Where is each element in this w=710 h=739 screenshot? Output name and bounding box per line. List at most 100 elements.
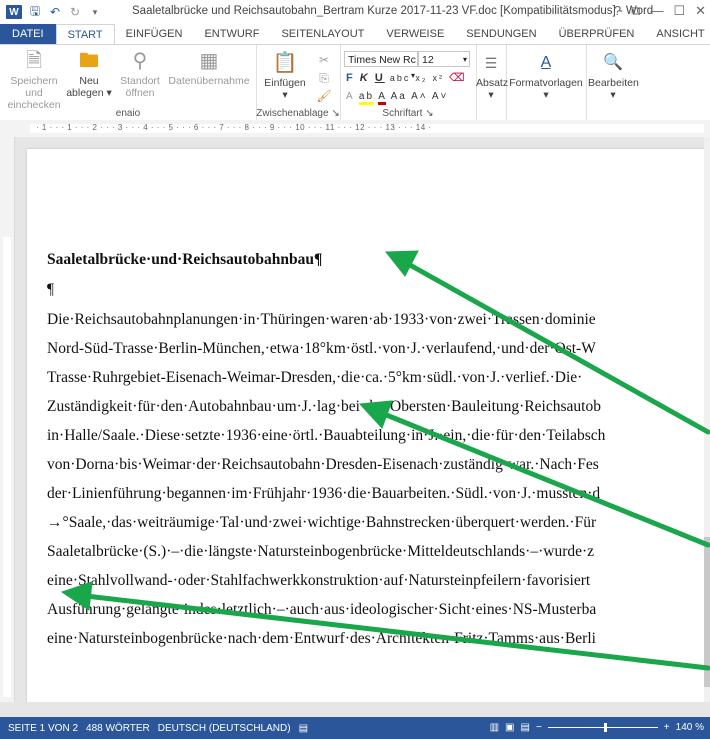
- customize-dropdown-icon[interactable]: ▾: [88, 7, 102, 18]
- text-line[interactable]: Ausführung·gelangte·indes·letztlich·–·au…: [47, 601, 704, 630]
- empty-paragraph[interactable]: ¶: [47, 281, 704, 311]
- window-title: Saaletalbrücke und Reichsautobahn_Bertra…: [132, 5, 654, 17]
- text-line[interactable]: Die·Reichsautobahnplanungen·in·Thüringen…: [47, 311, 704, 340]
- font-size-box[interactable]: 12 ▾: [418, 51, 470, 67]
- new-file-button[interactable]: 🖿 Neu ablegen ▾: [64, 49, 114, 99]
- save-checkin-button[interactable]: 🗎 Speichern und einchecken: [4, 49, 64, 111]
- tab-start[interactable]: START: [55, 24, 115, 45]
- horizontal-ruler[interactable]: · 1 · · · 1 · · · 2 · · · 3 · · · 4 · · …: [0, 120, 710, 138]
- editing-button[interactable]: 🔍 Bearbeiten ▾: [588, 51, 639, 101]
- zoom-level[interactable]: 140 %: [676, 722, 704, 733]
- macro-record-icon[interactable]: ▤: [291, 723, 308, 734]
- styles-button[interactable]: A̲ Formatvorlagen ▾: [508, 51, 584, 101]
- tab-datei[interactable]: DATEI: [0, 24, 56, 44]
- data-import-icon: ▦: [199, 50, 219, 72]
- font-color-icon[interactable]: A: [378, 91, 387, 105]
- text-line[interactable]: Trasse·Ruhrgebiet-Eisenach-Weimar-Dresde…: [47, 369, 704, 398]
- tab-ansicht[interactable]: ANSICHT: [645, 24, 710, 44]
- minimize-icon[interactable]: —: [650, 3, 663, 19]
- read-mode-icon[interactable]: ▥: [490, 722, 499, 733]
- shrink-font-icon[interactable]: A˅: [432, 91, 449, 102]
- location-pin-icon: ⚲: [132, 50, 148, 72]
- page-count[interactable]: SEITE 1 VON 2: [0, 723, 78, 734]
- zoom-in-button[interactable]: +: [664, 722, 670, 733]
- font-color-row: A ab A Aa A˄ A˅: [346, 91, 449, 105]
- copy-icon[interactable]: ⎘: [314, 69, 334, 87]
- status-bar: SEITE 1 VON 2 488 WÖRTER DEUTSCH (DEUTSC…: [0, 717, 710, 739]
- group-paragraph: ☰ Absatz ▾: [476, 45, 508, 121]
- tab-seitenlayout[interactable]: SEITENLAYOUT: [270, 24, 375, 44]
- document-heading[interactable]: Saaletalbrücke·und·Reichsautobahnbau¶: [47, 251, 704, 281]
- clear-format-icon[interactable]: ⌫: [449, 72, 467, 84]
- folder-icon: 🖿: [79, 50, 99, 72]
- quick-access-toolbar: W 🖫 ↶ ↻ ▾: [0, 2, 102, 23]
- save-icon[interactable]: 🖫: [28, 2, 42, 23]
- bold-button[interactable]: F: [346, 72, 355, 84]
- print-layout-icon[interactable]: ▣: [505, 722, 514, 733]
- tab-entwurf[interactable]: ENTWURF: [193, 24, 270, 44]
- text-line[interactable]: eine·Stahlvollwand-·oder·Stahlfachwerkko…: [47, 572, 704, 601]
- vertical-scrollbar[interactable]: [704, 137, 710, 702]
- redo-icon[interactable]: ↻: [68, 5, 82, 19]
- zoom-slider-knob[interactable]: [603, 723, 607, 732]
- text-effects-icon[interactable]: A: [346, 91, 354, 102]
- ribbon: 🗎 Speichern und einchecken 🖿 Neu ablegen…: [0, 44, 710, 122]
- text-line[interactable]: von·Dorna·bis·Weimar·der·Reichsautobahn·…: [47, 456, 704, 485]
- help-icon[interactable]: ?: [614, 3, 621, 19]
- highlight-icon[interactable]: ab: [358, 91, 375, 105]
- group-label-clipboard: Zwischenablage ↘: [256, 108, 340, 119]
- undo-icon[interactable]: ↶: [48, 5, 62, 19]
- strikethrough-button[interactable]: abc: [390, 73, 411, 83]
- zoom-control: ▥ ▣ ▤ − + 140 %: [490, 722, 704, 733]
- group-clipboard: 📋 Einfügen ▾ ✂ ⎘ 🖌 Zwischenablage ↘: [256, 45, 341, 121]
- styles-icon: A̲: [540, 54, 552, 71]
- paragraph-button[interactable]: ☰ Absatz ▾: [476, 51, 508, 101]
- change-case-icon[interactable]: Aa: [391, 91, 407, 102]
- text-line[interactable]: eine·Natursteinbogenbrücke·nach·dem·Entw…: [47, 630, 704, 659]
- subscript-button[interactable]: x₂: [415, 73, 427, 83]
- tab-einfuegen[interactable]: EINFÜGEN: [115, 24, 194, 44]
- superscript-button[interactable]: x²: [432, 73, 444, 83]
- text-line[interactable]: Zuständigkeit·für·den·Autobahnbau·um·J.·…: [47, 398, 704, 427]
- zoom-slider[interactable]: [547, 723, 658, 732]
- word-app-icon[interactable]: W: [6, 5, 22, 19]
- close-icon[interactable]: ✕: [695, 3, 706, 19]
- format-painter-icon[interactable]: 🖌: [314, 87, 334, 105]
- cut-icon[interactable]: ✂: [314, 51, 334, 69]
- paste-icon: 📋: [272, 52, 298, 74]
- horizontal-scrollbar[interactable]: [0, 702, 710, 717]
- group-editing: 🔍 Bearbeiten ▾: [586, 45, 640, 121]
- binoculars-icon: 🔍: [603, 54, 623, 71]
- grow-font-icon[interactable]: A˄: [411, 91, 428, 102]
- group-label-enaio: enaio: [115, 108, 141, 119]
- text-line[interactable]: Nord-Süd-Trasse·Berlin-München,·etwa·18°…: [47, 340, 704, 369]
- text-line[interactable]: Saaletalbrücke·(S.)·–·die·längste·Naturs…: [47, 543, 704, 572]
- document-body[interactable]: Saaletalbrücke·und·Reichsautobahnbau¶ ¶ …: [47, 251, 704, 659]
- clipboard-small-tools: ✂ ⎘ 🖌: [314, 51, 334, 105]
- document-page[interactable]: Saaletalbrücke·und·Reichsautobahnbau¶ ¶ …: [27, 149, 704, 702]
- maximize-icon[interactable]: ☐: [673, 3, 685, 19]
- document-area[interactable]: Saaletalbrücke·und·Reichsautobahnbau¶ ¶ …: [15, 137, 704, 702]
- word-count[interactable]: 488 WÖRTER: [78, 723, 150, 734]
- ribbon-tabs: DATEI START EINFÜGEN ENTWURF SEITENLAYOU…: [0, 24, 710, 45]
- web-layout-icon[interactable]: ▤: [521, 722, 530, 733]
- paragraph-icon: ☰: [484, 55, 498, 71]
- open-location-button[interactable]: ⚲ Standort öffnen: [116, 49, 164, 99]
- text-line[interactable]: der·Linienführung·begannen·im·Frühjahr·1…: [47, 485, 704, 514]
- save-checkin-icon: 🗎: [25, 50, 43, 72]
- zoom-out-button[interactable]: −: [536, 722, 542, 733]
- ribbon-display-icon[interactable]: ⧉: [631, 3, 640, 19]
- tab-ueberpruefen[interactable]: ÜBERPRÜFEN: [548, 24, 646, 44]
- italic-button[interactable]: K: [360, 72, 370, 84]
- language-indicator[interactable]: DEUTSCH (DEUTSCHLAND): [150, 723, 291, 734]
- scrollbar-thumb[interactable]: [704, 537, 710, 687]
- tab-sendungen[interactable]: SENDUNGEN: [455, 24, 547, 44]
- vertical-ruler[interactable]: [0, 137, 15, 702]
- tab-verweise[interactable]: VERWEISE: [375, 24, 455, 44]
- underline-button[interactable]: U: [375, 72, 385, 84]
- text-line[interactable]: →°Saale,·das·weiträumige·Tal·und·zwei·wi…: [47, 514, 704, 543]
- data-import-button[interactable]: ▦ Datenübernahme: [166, 49, 252, 87]
- paste-button[interactable]: 📋 Einfügen ▾: [262, 51, 308, 101]
- font-name-box[interactable]: Times New Rc ▾: [344, 51, 418, 80]
- text-line[interactable]: in·Halle/Saale.·Diese·setzte·1936·eine·ö…: [47, 427, 704, 456]
